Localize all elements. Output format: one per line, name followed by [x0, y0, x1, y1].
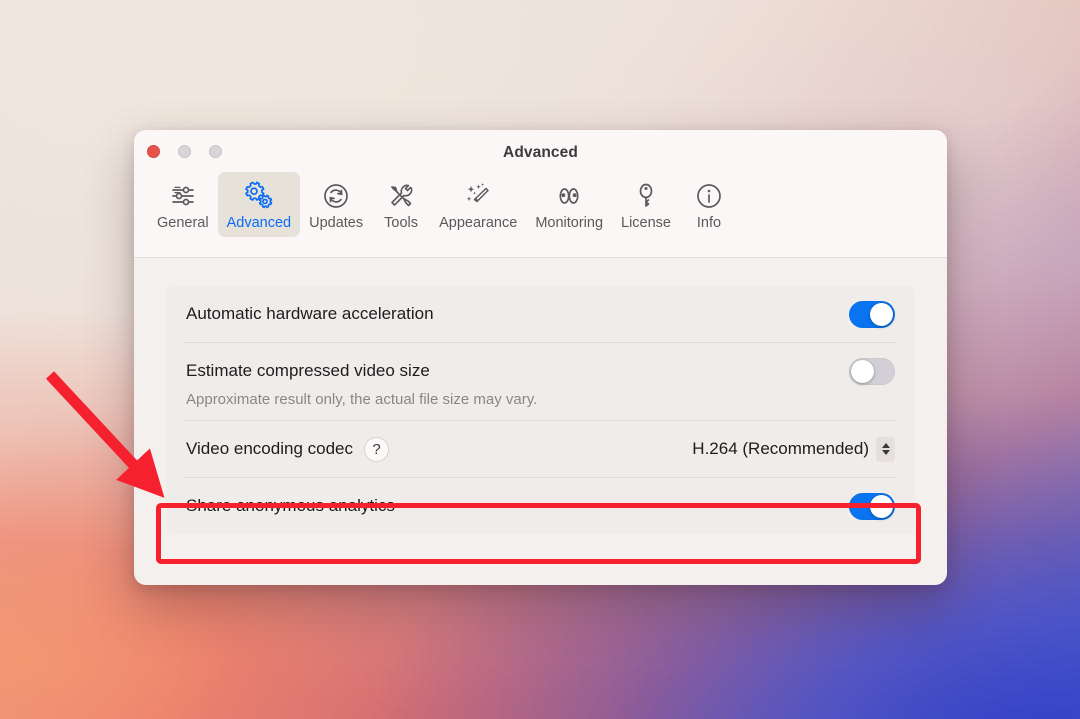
tab-general[interactable]: General — [148, 172, 218, 237]
window-titlebar: Advanced General Advanced Updates Tools … — [134, 130, 947, 258]
setting-label-video-encoding-codec: Video encoding codec — [186, 439, 353, 458]
tab-updates[interactable]: Updates — [300, 172, 372, 237]
toggle-share-anonymous-analytics[interactable] — [849, 492, 895, 520]
tab-appearance-label: Appearance — [439, 215, 518, 231]
tab-updates-label: Updates — [309, 215, 364, 231]
chevron-updown-icon — [876, 436, 895, 462]
preferences-toolbar: General Advanced Updates Tools Appearanc… — [134, 172, 947, 237]
tab-license-label: License — [621, 215, 671, 231]
help-icon[interactable]: ? — [364, 436, 389, 462]
table-row: Automatic hardware acceleration — [166, 286, 915, 342]
tab-monitoring[interactable]: Monitoring — [526, 172, 612, 237]
info-icon — [694, 179, 724, 213]
setting-label-share-anonymous-analytics: Share anonymous analytics — [186, 496, 395, 515]
tab-info-label: Info — [696, 215, 722, 231]
tools-icon — [386, 179, 416, 213]
settings-card: Automatic hardware acceleration Estimate… — [166, 286, 915, 534]
toggle-estimate-video-size[interactable] — [849, 357, 895, 385]
key-icon — [631, 179, 661, 213]
popup-value-video-codec: H.264 (Recommended) — [692, 439, 869, 458]
tab-monitoring-label: Monitoring — [535, 215, 604, 231]
tab-tools[interactable]: Tools — [372, 172, 430, 237]
toggle-knob — [870, 494, 893, 518]
tab-appearance[interactable]: Appearance — [430, 172, 526, 237]
tab-advanced-label: Advanced — [226, 215, 292, 231]
settings-content: Automatic hardware acceleration Estimate… — [134, 258, 947, 585]
table-row: Share anonymous analytics — [166, 478, 915, 534]
chevron-up-icon — [881, 443, 890, 448]
desktop-wallpaper: Advanced General Advanced Updates Tools … — [0, 0, 1080, 719]
tab-info[interactable]: Info — [680, 172, 738, 237]
toggle-hardware-acceleration[interactable] — [849, 300, 895, 328]
table-row: Video encoding codec ? H.264 (Recommende… — [166, 421, 915, 477]
popup-button-video-codec[interactable]: H.264 (Recommended) — [692, 436, 895, 462]
toggle-knob — [851, 359, 874, 383]
setting-label-estimate-video-size: Estimate compressed video size — [186, 361, 430, 380]
table-row: Estimate compressed video size — [166, 343, 915, 399]
tab-general-label: General — [157, 215, 209, 231]
setting-label-hardware-acceleration: Automatic hardware acceleration — [186, 304, 434, 323]
tab-advanced[interactable]: Advanced — [217, 172, 301, 237]
window-title: Advanced — [503, 144, 578, 161]
gears-icon — [243, 179, 275, 213]
sliders-icon — [168, 179, 198, 213]
chevron-down-icon — [881, 450, 890, 455]
tab-tools-label: Tools — [384, 215, 419, 231]
magic-wand-icon — [463, 179, 493, 213]
eyes-icon — [554, 179, 584, 213]
tab-license[interactable]: License — [612, 172, 680, 237]
preferences-window: Advanced General Advanced Updates Tools … — [134, 130, 947, 585]
toggle-knob — [870, 302, 893, 326]
refresh-icon — [321, 179, 351, 213]
